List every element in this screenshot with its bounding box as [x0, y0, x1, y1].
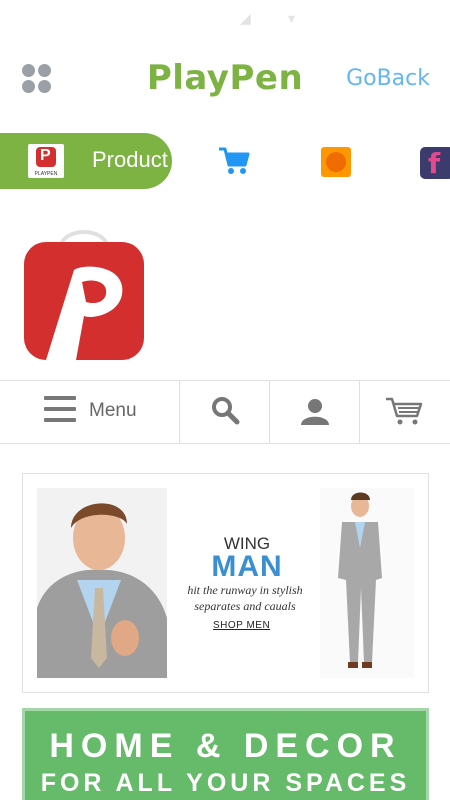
go-back-link[interactable]: GoBack — [346, 66, 430, 91]
home-decor-banner[interactable]: HOME & DECOR FOR ALL YOUR SPACES — [22, 708, 429, 800]
wifi-icon: ▾ — [288, 10, 296, 26]
app-bar: PlayPen GoBack — [0, 50, 450, 106]
menu-button[interactable]: Menu — [0, 381, 180, 443]
logo-caption: PLAYPEN — [34, 171, 58, 177]
tab-product-label: Product — [92, 147, 168, 172]
nav-bar: Menu — [0, 380, 450, 444]
playpen-mini-logo-icon: PLAYPEN — [28, 144, 64, 178]
playpen-logo-icon — [24, 230, 144, 360]
menu-label: Menu — [89, 400, 137, 421]
home-decor-subtitle: FOR ALL YOUR SPACES — [40, 769, 411, 797]
home-decor-title: HOME & DECOR — [49, 727, 402, 765]
model-image-right — [320, 488, 414, 678]
cart-icon — [386, 397, 423, 425]
status-bar: ◢ ▾ — [0, 0, 450, 38]
signal-icon: ◢ — [240, 10, 251, 26]
orange-app-icon[interactable] — [321, 147, 351, 177]
wingman-banner[interactable]: WING MAN hit the runway in stylish separ… — [22, 473, 429, 693]
facebook-icon[interactable]: f — [420, 147, 450, 179]
cart-icon[interactable] — [218, 146, 250, 176]
search-icon — [212, 397, 240, 425]
banner-tagline: hit the runway in stylish separates and … — [187, 583, 303, 613]
shop-men-link[interactable]: SHOP MEN — [213, 620, 270, 631]
user-icon — [301, 399, 329, 425]
model-image-left — [37, 488, 167, 678]
hamburger-icon — [44, 396, 76, 424]
cart-button[interactable] — [360, 381, 450, 443]
tab-product[interactable]: PLAYPEN Product — [0, 133, 172, 189]
banner-man-text: MAN — [211, 550, 283, 583]
search-button[interactable] — [180, 381, 270, 443]
account-button[interactable] — [270, 381, 360, 443]
